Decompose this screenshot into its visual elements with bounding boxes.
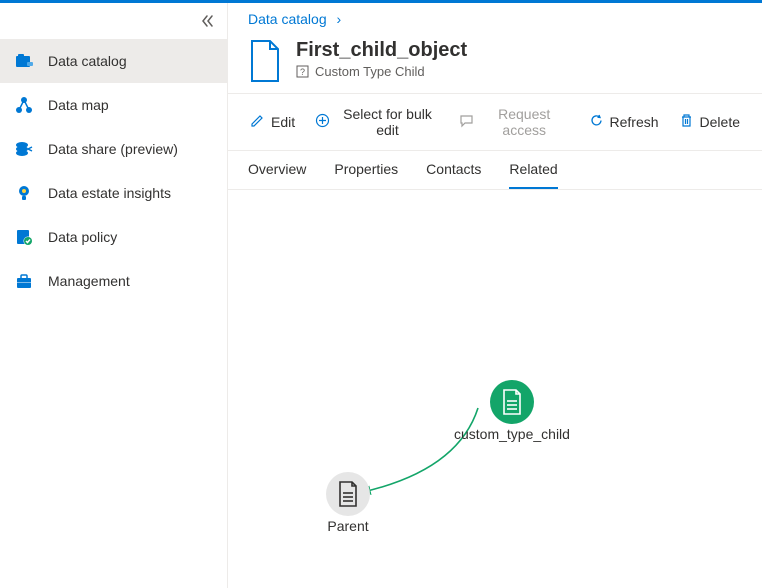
node-label: Parent bbox=[327, 518, 368, 534]
sidebar-item-data-insights[interactable]: Data estate insights bbox=[0, 171, 227, 215]
map-icon bbox=[14, 95, 34, 115]
button-label: Refresh bbox=[610, 114, 659, 130]
sidebar-item-label: Management bbox=[48, 273, 130, 289]
plus-circle-icon bbox=[315, 113, 330, 131]
graph-node-child[interactable]: custom_type_child bbox=[454, 380, 570, 442]
subtitle-text: Custom Type Child bbox=[315, 64, 425, 79]
edit-button[interactable]: Edit bbox=[248, 109, 297, 135]
request-access-button: Request access bbox=[457, 102, 571, 142]
sidebar-item-label: Data map bbox=[48, 97, 109, 113]
sidebar-item-label: Data catalog bbox=[48, 53, 127, 69]
refresh-button[interactable]: Refresh bbox=[587, 109, 661, 135]
collapse-sidebar-button[interactable] bbox=[195, 9, 219, 33]
sidebar-item-data-policy[interactable]: Data policy bbox=[0, 215, 227, 259]
chevron-double-left-icon bbox=[200, 14, 214, 28]
tabs: Overview Properties Contacts Related bbox=[228, 151, 762, 190]
sidebar-item-label: Data share (preview) bbox=[48, 141, 178, 157]
delete-button[interactable]: Delete bbox=[677, 109, 742, 135]
sidebar-item-management[interactable]: Management bbox=[0, 259, 227, 303]
document-icon bbox=[501, 389, 523, 415]
sidebar-item-label: Data policy bbox=[48, 229, 117, 245]
button-label: Edit bbox=[271, 114, 295, 130]
button-label: Delete bbox=[700, 114, 740, 130]
tab-properties[interactable]: Properties bbox=[334, 161, 398, 189]
catalog-icon bbox=[14, 51, 34, 71]
policy-icon bbox=[14, 227, 34, 247]
bulk-edit-button[interactable]: Select for bulk edit bbox=[313, 102, 441, 142]
graph-node-parent[interactable]: Parent bbox=[326, 472, 370, 534]
document-icon bbox=[337, 481, 359, 507]
related-graph-canvas[interactable]: custom_type_child Parent bbox=[228, 190, 762, 588]
header-text: First_child_object ? Custom Type Child bbox=[296, 39, 467, 79]
share-icon bbox=[14, 139, 34, 159]
main-content: Data catalog › First_child_object ? Cust… bbox=[228, 3, 762, 588]
toolbar: Edit Select for bulk edit Request access… bbox=[228, 94, 762, 151]
page-header: First_child_object ? Custom Type Child bbox=[228, 31, 762, 94]
type-icon: ? bbox=[296, 65, 309, 78]
briefcase-icon bbox=[14, 271, 34, 291]
node-circle bbox=[490, 380, 534, 424]
breadcrumb-root[interactable]: Data catalog bbox=[248, 11, 327, 27]
tab-related[interactable]: Related bbox=[509, 161, 557, 189]
tab-contacts[interactable]: Contacts bbox=[426, 161, 481, 189]
sidebar-item-data-share[interactable]: Data share (preview) bbox=[0, 127, 227, 171]
page-subtitle: ? Custom Type Child bbox=[296, 64, 467, 79]
node-label: custom_type_child bbox=[454, 426, 570, 442]
refresh-icon bbox=[589, 113, 604, 131]
trash-icon bbox=[679, 113, 694, 131]
tab-overview[interactable]: Overview bbox=[248, 161, 306, 189]
pencil-icon bbox=[250, 113, 265, 131]
breadcrumb: Data catalog › bbox=[228, 3, 762, 31]
sidebar-nav: Data catalog Data map Data share (previe… bbox=[0, 3, 227, 303]
chevron-right-icon: › bbox=[337, 11, 342, 27]
lightbulb-icon bbox=[14, 183, 34, 203]
button-label: Request access bbox=[480, 106, 569, 138]
sidebar-item-label: Data estate insights bbox=[48, 185, 171, 201]
sidebar-item-data-catalog[interactable]: Data catalog bbox=[0, 39, 227, 83]
comment-icon bbox=[459, 113, 474, 131]
file-icon bbox=[248, 39, 282, 83]
button-label: Select for bulk edit bbox=[336, 106, 439, 138]
sidebar-item-data-map[interactable]: Data map bbox=[0, 83, 227, 127]
page-title: First_child_object bbox=[296, 39, 467, 62]
node-circle bbox=[326, 472, 370, 516]
sidebar: Data catalog Data map Data share (previe… bbox=[0, 3, 228, 588]
svg-text:?: ? bbox=[300, 67, 305, 77]
